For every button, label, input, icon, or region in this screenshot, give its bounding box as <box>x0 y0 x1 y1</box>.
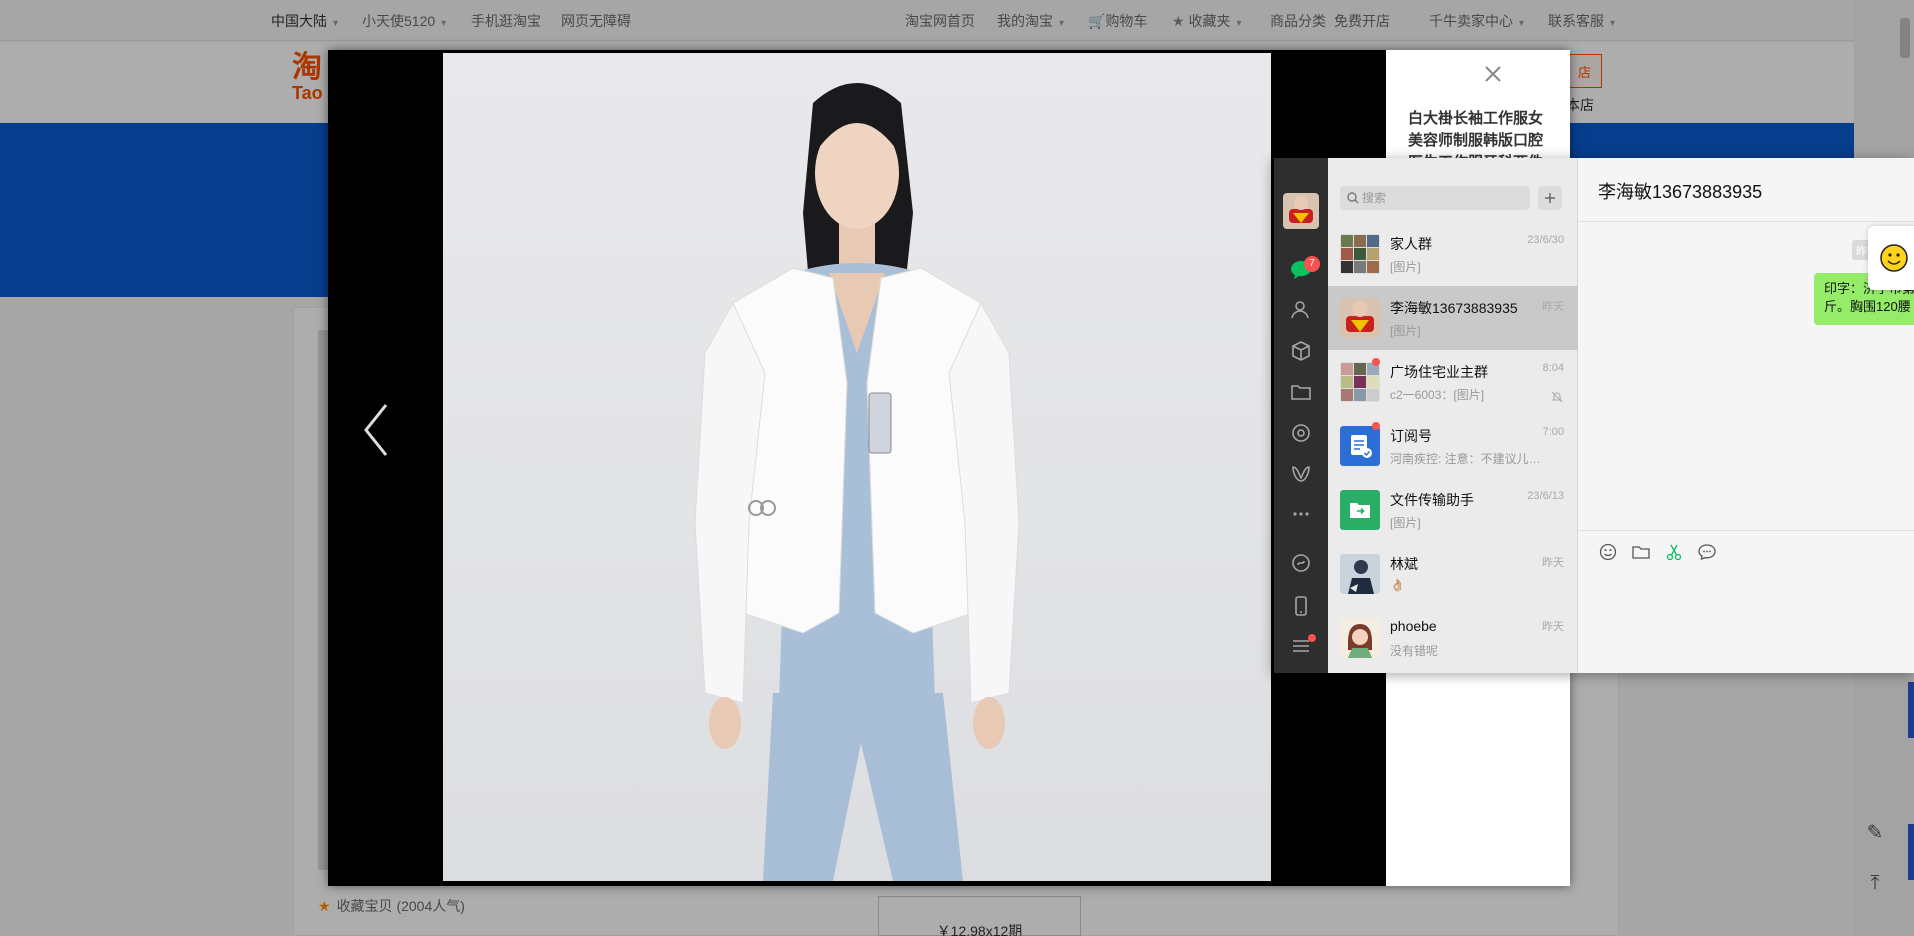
chat-list-panel: 家人群 23/6/30 [图片] 李海敏13673883935 昨天 [图片] 广场住宅业主… <box>1328 158 1578 673</box>
close-lightbox-button[interactable] <box>1481 62 1505 86</box>
wechat-nav-bar: 7 <box>1274 158 1328 673</box>
conversation-title: 李海敏13673883935 <box>1598 182 1763 202</box>
chat-list-item[interactable]: 订阅号 7:00 河南疾控: 注意：不建议儿童... <box>1328 414 1578 478</box>
title-divider <box>1578 221 1914 222</box>
chat-preview: 没有错呢 <box>1390 644 1439 658</box>
chat-time: 23/6/30 <box>1527 234 1564 246</box>
chat-list-item[interactable]: 李海敏13673883935 昨天 [图片] <box>1328 286 1578 350</box>
avatar-image <box>1283 193 1319 229</box>
folder-icon[interactable] <box>1289 380 1313 404</box>
chat-preview: 河南疾控: 注意：不建议儿童... <box>1390 452 1550 466</box>
model-illustration <box>694 83 1020 881</box>
chat-avatar <box>1340 618 1380 658</box>
chat-avatar <box>1340 234 1380 274</box>
chat-avatar <box>1340 362 1380 402</box>
conversation-panel: 李海敏13673883935 昨天 印字：济宁市第 斤。胸围120腰 <box>1578 158 1914 673</box>
chat-time: 7:00 <box>1542 426 1564 438</box>
chat-preview: 👌🏼 <box>1390 578 1405 592</box>
mini-programs-icon[interactable] <box>1289 551 1313 575</box>
file-button[interactable] <box>1631 542 1651 562</box>
chat-time: 23/6/13 <box>1527 490 1564 502</box>
contacts-icon[interactable] <box>1289 298 1313 322</box>
emoji-icon <box>1599 543 1617 561</box>
unread-dot <box>1372 358 1380 366</box>
folder-icon <box>1632 546 1650 559</box>
chat-time: 8:04 <box>1542 362 1564 374</box>
chat-preview: [图片] <box>1390 324 1421 338</box>
unread-dot <box>1372 422 1380 430</box>
chat-name: 家人群 <box>1390 236 1432 252</box>
floating-emoji-widget[interactable] <box>1868 226 1914 290</box>
input-divider <box>1578 530 1914 531</box>
chat-preview: [图片] <box>1390 260 1421 274</box>
search-box[interactable] <box>1340 186 1530 210</box>
scissors-icon <box>1666 544 1682 561</box>
chat-avatar <box>1340 298 1380 338</box>
chat-list-item[interactable]: 广场住宅业主群 8:04 c2一6003：[图片] <box>1328 350 1578 414</box>
chat-preview: [图片] <box>1390 516 1421 530</box>
chat-name: 文件传输助手 <box>1390 492 1474 508</box>
chat-name: 林斌 <box>1390 556 1418 572</box>
search-input[interactable] <box>1362 188 1522 208</box>
screenshot-button[interactable] <box>1664 542 1684 562</box>
chat-list-item[interactable]: 林斌 昨天 👌🏼 <box>1328 542 1578 606</box>
chat-time: 昨天 <box>1542 621 1564 633</box>
add-chat-button[interactable] <box>1538 186 1562 210</box>
plus-icon <box>1545 193 1555 203</box>
chat-time: 昨天 <box>1542 557 1564 569</box>
search-icon <box>1347 192 1359 204</box>
chat-list-item[interactable]: 文件传输助手 23/6/13 [图片] <box>1328 478 1578 542</box>
chat-list-item[interactable]: 家人群 23/6/30 [图片] <box>1328 222 1578 286</box>
favorites-cube-icon[interactable] <box>1289 339 1313 363</box>
chat-avatar <box>1340 426 1380 466</box>
phone-icon[interactable] <box>1289 594 1313 618</box>
chat-list-item[interactable]: phoebe 昨天没有错呢 <box>1328 606 1578 670</box>
previous-image-button[interactable] <box>358 400 398 460</box>
unread-badge: 7 <box>1304 256 1320 272</box>
chevron-left-icon <box>364 404 388 456</box>
smiley-icon <box>1880 244 1908 272</box>
chat-name: 广场住宅业主群 <box>1390 364 1488 380</box>
my-avatar[interactable] <box>1283 193 1319 229</box>
channels-icon[interactable] <box>1289 462 1313 486</box>
emoji-button[interactable] <box>1598 542 1618 562</box>
product-photo <box>443 53 1271 881</box>
chat-name: phoebe <box>1390 618 1437 634</box>
moments-icon[interactable] <box>1289 421 1313 445</box>
chat-avatar <box>1340 490 1380 530</box>
more-icon[interactable] <box>1289 502 1313 526</box>
notification-dot <box>1308 634 1316 642</box>
message-icon <box>1698 544 1716 560</box>
chat-preview: c2一6003：[图片] <box>1390 388 1485 402</box>
chat-avatar <box>1340 554 1380 594</box>
wechat-window: 7 搜索 家人群 23/6/30 [图片] 李海敏13673883935 昨天 … <box>1274 158 1914 673</box>
close-icon <box>1485 66 1501 82</box>
mute-bell-icon <box>1551 390 1563 403</box>
chat-name: 李海敏13673883935 <box>1390 300 1518 316</box>
product-title: 白大褂长袖工作服女美容师制服韩版口腔医生工作服牙科两件 <box>1408 110 1544 158</box>
chat-time: 昨天 <box>1542 301 1564 313</box>
chat-name: 订阅号 <box>1390 428 1432 444</box>
chat-history-button[interactable] <box>1697 542 1717 562</box>
